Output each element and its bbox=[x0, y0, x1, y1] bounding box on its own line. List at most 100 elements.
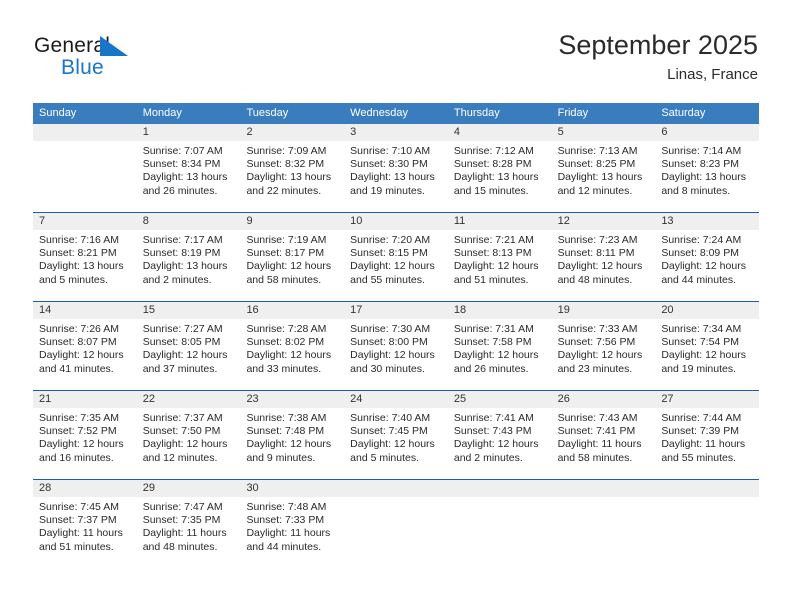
calendar-day-cell[interactable]: 21 Sunrise: 7:35 AM Sunset: 7:52 PM Dayligh… bbox=[33, 391, 137, 479]
calendar-day-cell[interactable]: 10 Sunrise: 7:20 AM Sunset: 8:15 PM Dayligh… bbox=[344, 213, 448, 301]
sunset-text: Sunset: 7:45 PM bbox=[350, 425, 428, 438]
day-detail-lines: Sunrise: 7:19 AM Sunset: 8:17 PM Daylight:… bbox=[240, 230, 344, 287]
weekday-header-tuesday: Tuesday bbox=[246, 107, 289, 119]
weekday-header-wednesday: Wednesday bbox=[350, 107, 409, 119]
day-number: 16 bbox=[246, 304, 259, 316]
sunset-text: Sunset: 7:56 PM bbox=[557, 336, 636, 349]
weekday-header-saturday: Saturday bbox=[661, 107, 706, 119]
day-number: 22 bbox=[142, 393, 155, 405]
calendar-day-cell[interactable]: 12 Sunrise: 7:23 AM Sunset: 8:11 PM Dayligh… bbox=[551, 213, 656, 301]
triangle-logo-icon bbox=[98, 35, 130, 57]
calendar-day-cell[interactable]: 18 Sunrise: 7:31 AM Sunset: 7:58 PM Dayligh… bbox=[447, 302, 552, 390]
day-detail-lines: Sunrise: 7:43 AM Sunset: 7:41 PM Daylight:… bbox=[552, 408, 656, 465]
sunrise-text: Sunrise: 7:47 AM bbox=[142, 501, 223, 513]
page-header: General Blue September 2025 Linas, Franc… bbox=[34, 28, 758, 98]
calendar-day-cell[interactable]: 22 Sunrise: 7:37 AM Sunset: 7:50 PM Dayligh… bbox=[136, 391, 241, 479]
day-number: 3 bbox=[350, 126, 357, 138]
sunset-text: Sunset: 8:02 PM bbox=[246, 336, 325, 349]
calendar-day-cell[interactable]: 2 Sunrise: 7:09 AM Sunset: 8:32 PM Daylight… bbox=[240, 124, 345, 212]
calendar-day-cell-empty bbox=[447, 480, 552, 568]
calendar-day-cell[interactable]: 26 Sunrise: 7:43 AM Sunset: 7:41 PM Dayligh… bbox=[551, 391, 656, 479]
day-detail-lines: Sunrise: 7:37 AM Sunset: 7:50 PM Daylight:… bbox=[137, 408, 241, 465]
day-number: 30 bbox=[246, 482, 259, 494]
daylight-text-cont: and 8 minutes. bbox=[661, 184, 731, 197]
day-number: 8 bbox=[142, 215, 149, 227]
calendar-day-cell[interactable]: 20 Sunrise: 7:34 AM Sunset: 7:54 PM Dayligh… bbox=[655, 302, 760, 390]
day-number-band: 16 bbox=[240, 302, 345, 319]
sunrise-text: Sunrise: 7:44 AM bbox=[661, 412, 742, 424]
brand-logo[interactable]: General Blue bbox=[34, 34, 224, 90]
daylight-text: Daylight: 13 hours bbox=[350, 171, 435, 184]
daylight-text-cont: and 23 minutes. bbox=[557, 362, 633, 375]
calendar-day-cell[interactable]: 8 Sunrise: 7:17 AM Sunset: 8:19 PM Daylight… bbox=[136, 213, 241, 301]
day-number-band bbox=[551, 480, 656, 497]
page-subtitle-location: Linas, France bbox=[667, 66, 758, 83]
sunset-text: Sunset: 7:43 PM bbox=[453, 425, 532, 438]
daylight-text-cont: and 15 minutes. bbox=[453, 184, 529, 197]
daylight-text: Daylight: 12 hours bbox=[453, 438, 539, 451]
daylight-text: Daylight: 13 hours bbox=[453, 171, 539, 184]
daylight-text-cont: and 55 minutes. bbox=[661, 451, 737, 464]
sunset-text: Sunset: 8:13 PM bbox=[453, 247, 532, 260]
weekday-header-thursday: Thursday bbox=[453, 107, 500, 119]
calendar-day-cell-empty bbox=[344, 480, 448, 568]
daylight-text-cont: and 44 minutes. bbox=[246, 540, 322, 553]
calendar-day-cell[interactable]: 13 Sunrise: 7:24 AM Sunset: 8:09 PM Dayligh… bbox=[655, 213, 760, 301]
day-detail-lines: Sunrise: 7:24 AM Sunset: 8:09 PM Daylight:… bbox=[655, 230, 759, 287]
calendar-day-cell[interactable]: 19 Sunrise: 7:33 AM Sunset: 7:56 PM Dayligh… bbox=[551, 302, 656, 390]
calendar-day-cell[interactable]: 7 Sunrise: 7:16 AM Sunset: 8:21 PM Daylight… bbox=[33, 213, 137, 301]
daylight-text: Daylight: 12 hours bbox=[246, 260, 332, 273]
calendar-day-cell[interactable]: 16 Sunrise: 7:28 AM Sunset: 8:02 PM Dayligh… bbox=[240, 302, 345, 390]
sunset-text: Sunset: 8:21 PM bbox=[39, 247, 117, 260]
calendar-day-cell[interactable]: 24 Sunrise: 7:40 AM Sunset: 7:45 PM Dayligh… bbox=[344, 391, 448, 479]
sunset-text: Sunset: 8:34 PM bbox=[142, 158, 221, 171]
calendar-day-cell[interactable]: 9 Sunrise: 7:19 AM Sunset: 8:17 PM Daylight… bbox=[240, 213, 345, 301]
calendar-day-cell[interactable]: 28 Sunrise: 7:45 AM Sunset: 7:37 PM Dayligh… bbox=[33, 480, 137, 568]
day-detail-lines: Sunrise: 7:33 AM Sunset: 7:56 PM Daylight:… bbox=[552, 319, 656, 376]
daylight-text: Daylight: 11 hours bbox=[557, 438, 642, 451]
calendar-day-cell-empty bbox=[33, 124, 137, 212]
day-number-band: 28 bbox=[33, 480, 137, 497]
calendar-day-cell[interactable]: 3 Sunrise: 7:10 AM Sunset: 8:30 PM Daylight… bbox=[344, 124, 448, 212]
weekday-header-row: Sunday Monday Tuesday Wednesday Thursday… bbox=[33, 103, 759, 124]
day-number: 24 bbox=[350, 393, 363, 405]
calendar-day-cell[interactable]: 27 Sunrise: 7:44 AM Sunset: 7:39 PM Dayligh… bbox=[655, 391, 760, 479]
sunrise-text: Sunrise: 7:16 AM bbox=[39, 234, 119, 246]
sunrise-text: Sunrise: 7:21 AM bbox=[453, 234, 534, 246]
calendar-day-cell[interactable]: 6 Sunrise: 7:14 AM Sunset: 8:23 PM Daylight… bbox=[655, 124, 760, 212]
sunset-text: Sunset: 7:52 PM bbox=[39, 425, 117, 438]
day-detail-lines: Sunrise: 7:34 AM Sunset: 7:54 PM Daylight:… bbox=[655, 319, 759, 376]
daylight-text: Daylight: 12 hours bbox=[350, 260, 435, 273]
sunrise-text: Sunrise: 7:13 AM bbox=[557, 145, 638, 157]
calendar-day-cell[interactable]: 4 Sunrise: 7:12 AM Sunset: 8:28 PM Daylight… bbox=[447, 124, 552, 212]
day-number: 15 bbox=[142, 304, 155, 316]
weekday-header-monday: Monday bbox=[142, 107, 182, 119]
day-number-band: 4 bbox=[447, 124, 552, 141]
calendar-day-cell[interactable]: 11 Sunrise: 7:21 AM Sunset: 8:13 PM Dayligh… bbox=[447, 213, 552, 301]
sunset-text: Sunset: 7:35 PM bbox=[142, 514, 221, 527]
day-detail-lines: Sunrise: 7:30 AM Sunset: 8:00 PM Daylight:… bbox=[344, 319, 448, 376]
daylight-text-cont: and 2 minutes. bbox=[142, 273, 212, 286]
calendar-day-cell[interactable]: 5 Sunrise: 7:13 AM Sunset: 8:25 PM Daylight… bbox=[551, 124, 656, 212]
day-detail-lines: Sunrise: 7:44 AM Sunset: 7:39 PM Daylight:… bbox=[655, 408, 759, 465]
sunset-text: Sunset: 8:19 PM bbox=[142, 247, 221, 260]
daylight-text: Daylight: 11 hours bbox=[142, 527, 227, 540]
calendar-day-cell[interactable]: 30 Sunrise: 7:48 AM Sunset: 7:33 PM Dayligh… bbox=[240, 480, 345, 568]
daylight-text-cont: and 58 minutes. bbox=[246, 273, 322, 286]
calendar-day-cell[interactable]: 1 Sunrise: 7:07 AM Sunset: 8:34 PM Daylight… bbox=[136, 124, 241, 212]
sunrise-text: Sunrise: 7:09 AM bbox=[246, 145, 327, 157]
sunrise-text: Sunrise: 7:23 AM bbox=[557, 234, 638, 246]
day-number: 20 bbox=[661, 304, 674, 316]
calendar-day-cell[interactable]: 25 Sunrise: 7:41 AM Sunset: 7:43 PM Dayligh… bbox=[447, 391, 552, 479]
calendar-day-cell[interactable]: 14 Sunrise: 7:26 AM Sunset: 8:07 PM Dayligh… bbox=[33, 302, 137, 390]
calendar-day-cell[interactable]: 17 Sunrise: 7:30 AM Sunset: 8:00 PM Dayligh… bbox=[344, 302, 448, 390]
sunrise-text: Sunrise: 7:27 AM bbox=[142, 323, 223, 335]
calendar-day-cell[interactable]: 15 Sunrise: 7:27 AM Sunset: 8:05 PM Dayligh… bbox=[136, 302, 241, 390]
calendar-week-row: 21 Sunrise: 7:35 AM Sunset: 7:52 PM Dayligh… bbox=[33, 390, 760, 479]
calendar-day-cell[interactable]: 29 Sunrise: 7:47 AM Sunset: 7:35 PM Dayligh… bbox=[136, 480, 241, 568]
day-number-band bbox=[655, 480, 760, 497]
sunrise-text: Sunrise: 7:37 AM bbox=[142, 412, 223, 424]
sunset-text: Sunset: 7:41 PM bbox=[557, 425, 636, 438]
calendar-day-cell[interactable]: 23 Sunrise: 7:38 AM Sunset: 7:48 PM Dayligh… bbox=[240, 391, 345, 479]
weekday-header-friday: Friday bbox=[557, 107, 589, 119]
